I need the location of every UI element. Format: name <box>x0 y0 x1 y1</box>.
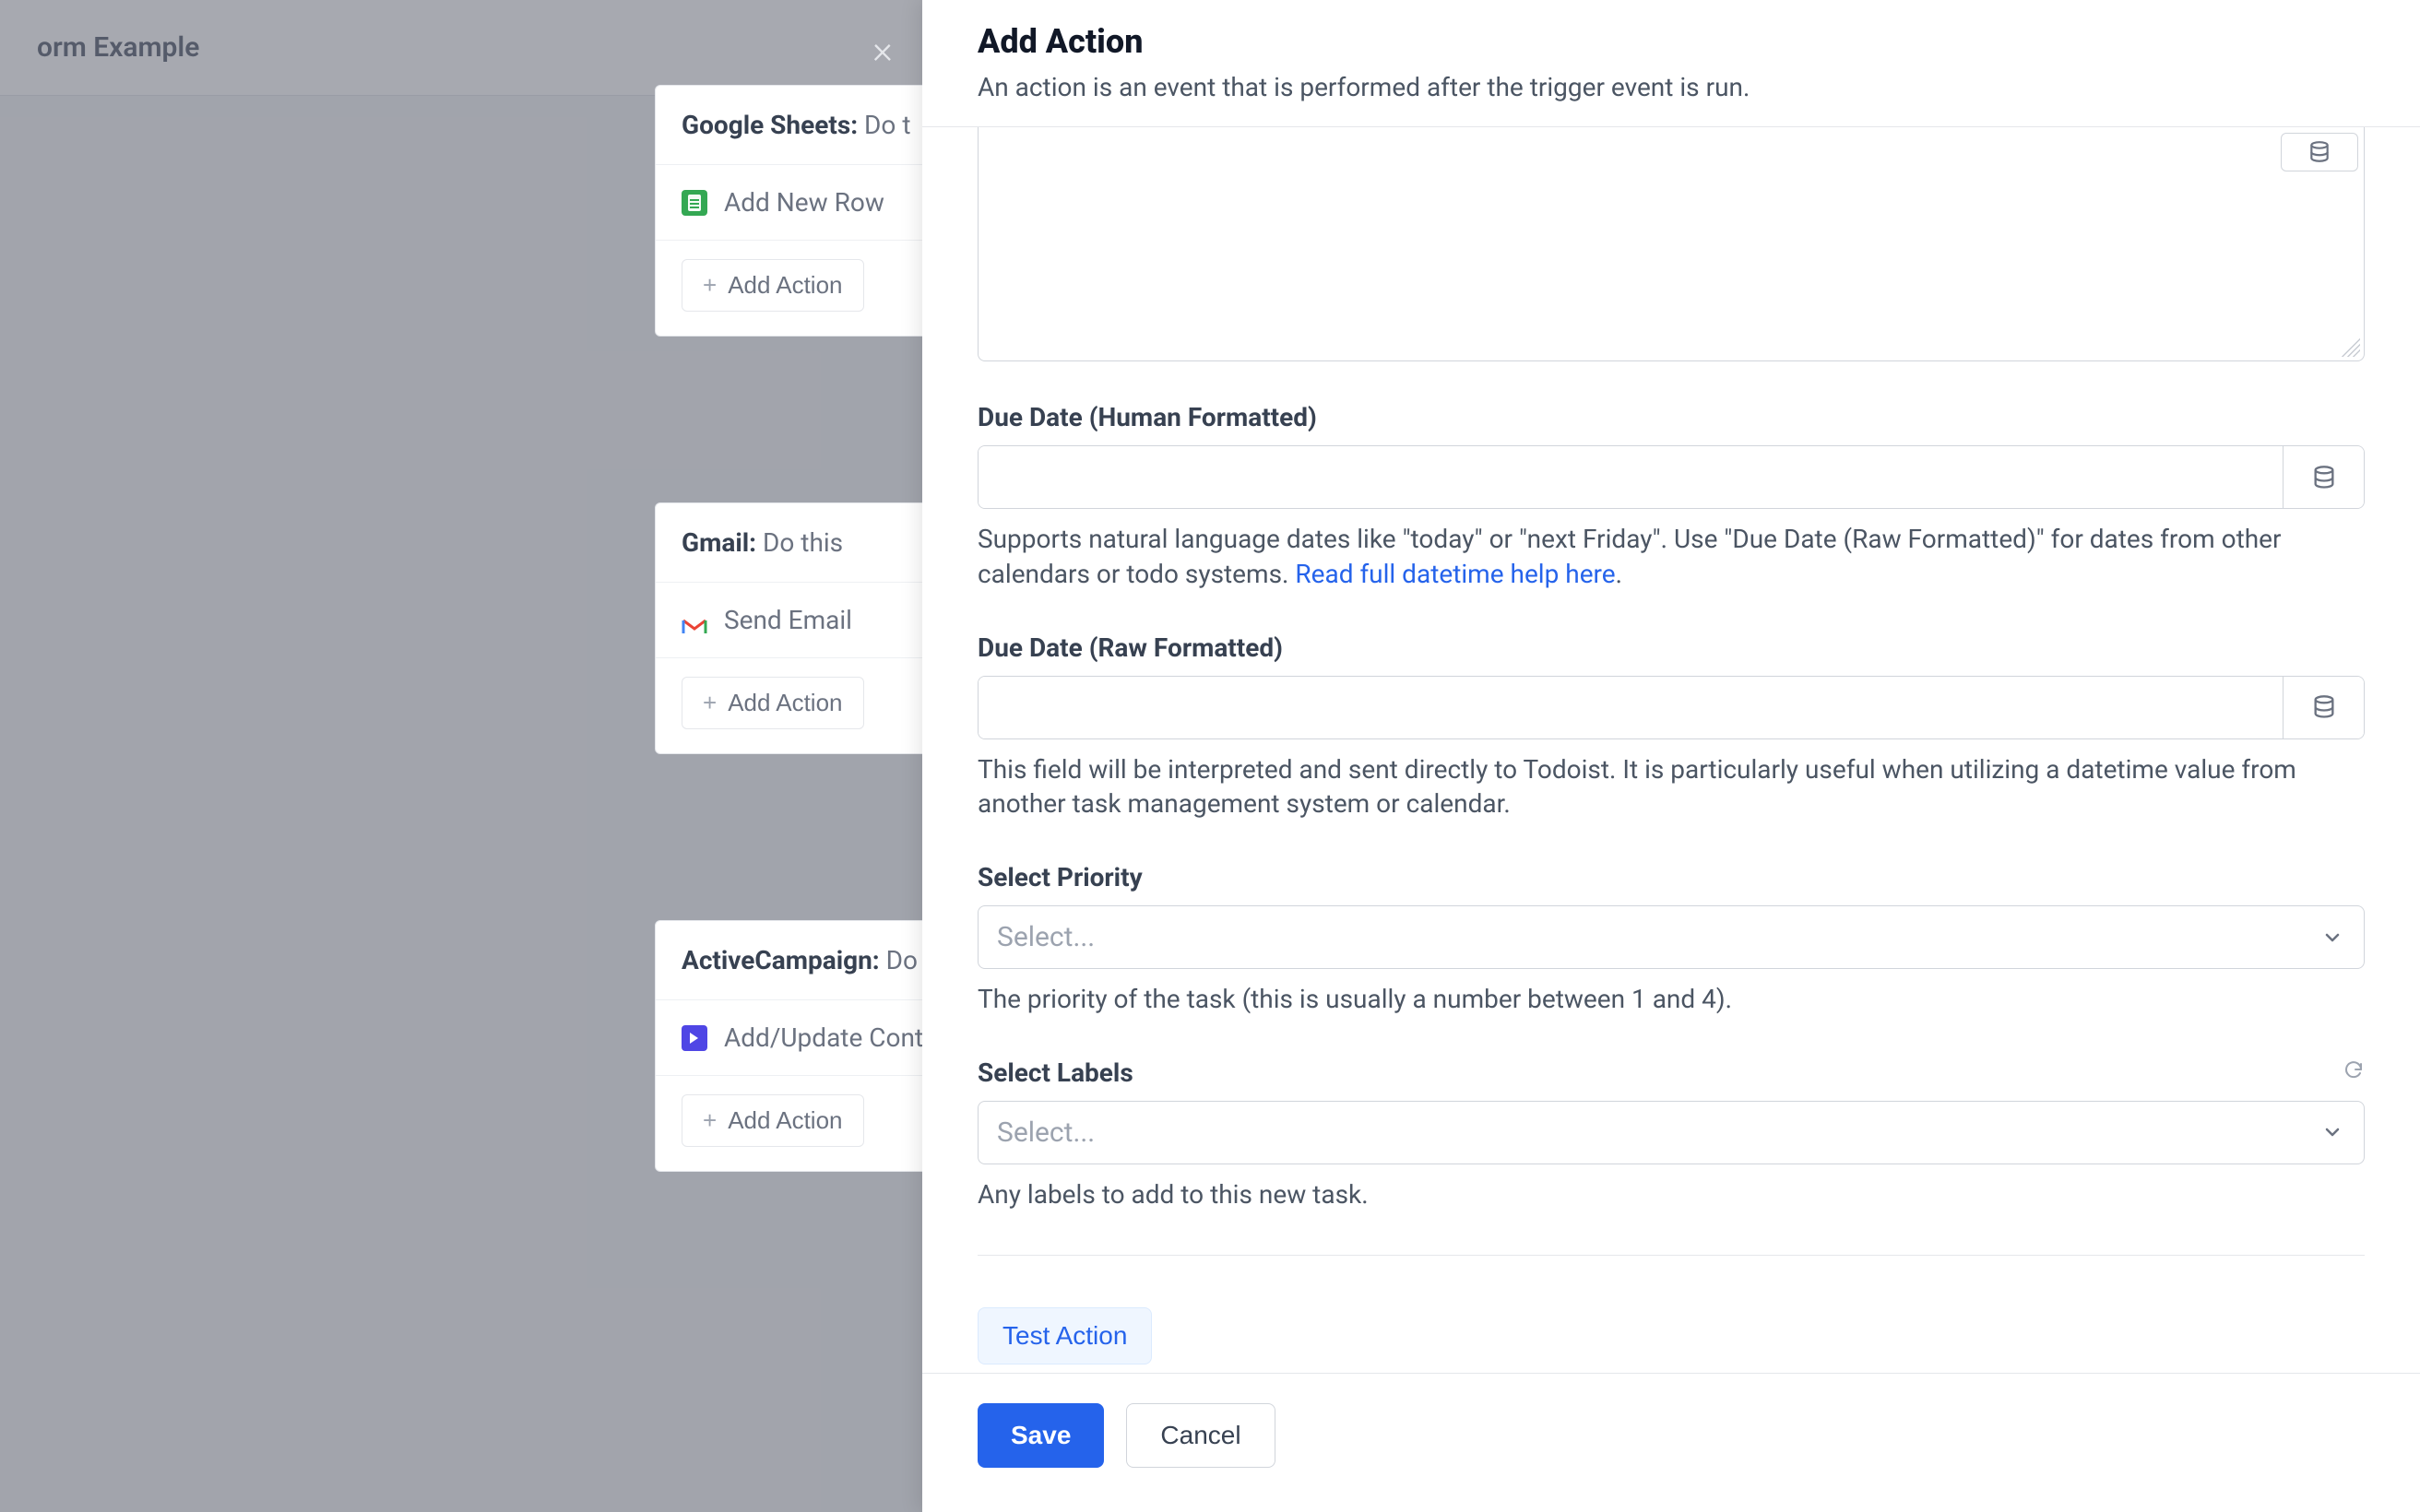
field-due-date-human: Due Date (Human Formatted) Supports natu… <box>978 402 2365 592</box>
card-subtitle: Do <box>886 945 918 975</box>
side-panel: Add Action An action is an event that is… <box>922 0 2420 1512</box>
add-action-label: Add Action <box>728 689 842 717</box>
insert-data-button[interactable] <box>2283 446 2364 508</box>
refresh-icon[interactable] <box>2343 1059 2365 1085</box>
due-human-input[interactable] <box>979 446 2283 508</box>
resize-handle[interactable] <box>2342 338 2360 357</box>
database-icon <box>2307 140 2331 164</box>
plus-icon: + <box>703 689 717 717</box>
card-app-name: Gmail: <box>682 527 756 558</box>
card-action-label: Send Email <box>724 605 852 635</box>
card-app-name: ActiveCampaign: <box>682 945 880 975</box>
field-help: This field will be interpreted and sent … <box>978 752 2365 822</box>
field-help: Any labels to add to this new task. <box>978 1177 2365 1212</box>
card-action-label: Add/Update Conta <box>724 1022 937 1053</box>
panel-title: Add Action <box>978 22 2365 61</box>
test-action-button[interactable]: Test Action <box>978 1307 1152 1364</box>
card-subtitle: Do t <box>864 110 910 140</box>
due-raw-input[interactable] <box>979 677 2283 738</box>
field-help: The priority of the task (this is usuall… <box>978 982 2365 1017</box>
panel-description: An action is an event that is performed … <box>978 72 2365 102</box>
chevron-down-icon <box>2301 906 2364 968</box>
database-icon <box>2311 694 2337 720</box>
panel-header: Add Action An action is an event that is… <box>922 0 2420 127</box>
field-priority: Select Priority Select... The priority o… <box>978 862 2365 1017</box>
card-subtitle: Do this <box>763 527 843 558</box>
card-action-label: Add New Row <box>724 187 884 218</box>
gmail-icon <box>682 611 707 630</box>
add-action-label: Add Action <box>728 1106 842 1135</box>
plus-icon: + <box>703 1106 717 1135</box>
add-action-button[interactable]: + Add Action <box>682 1094 864 1147</box>
insert-data-button[interactable] <box>2281 133 2358 171</box>
field-due-date-raw: Due Date (Raw Formatted) This field will… <box>978 632 2365 822</box>
test-section: Test Action <box>978 1255 2365 1364</box>
priority-select[interactable]: Select... <box>978 905 2365 969</box>
cancel-button[interactable]: Cancel <box>1126 1403 1275 1468</box>
insert-data-button[interactable] <box>2283 677 2364 738</box>
field-label: Select Labels <box>978 1057 1133 1088</box>
datetime-help-link[interactable]: Read full datetime help here <box>1295 559 1615 589</box>
add-action-button[interactable]: + Add Action <box>682 677 864 729</box>
sheets-icon <box>682 190 707 216</box>
add-action-button[interactable]: + Add Action <box>682 259 864 312</box>
close-icon[interactable]: × <box>872 28 893 73</box>
labels-select[interactable]: Select... <box>978 1101 2365 1164</box>
panel-body: Due Date (Human Formatted) Supports natu… <box>922 127 2420 1373</box>
plus-icon: + <box>703 271 717 300</box>
field-labels: Select Labels Select... Any labels to ad… <box>978 1057 2365 1212</box>
field-label: Due Date (Raw Formatted) <box>978 632 2365 663</box>
activecampaign-icon <box>682 1025 707 1051</box>
save-button[interactable]: Save <box>978 1403 1104 1468</box>
select-placeholder: Select... <box>979 1102 2301 1164</box>
database-icon <box>2311 465 2337 490</box>
card-app-name: Google Sheets: <box>682 110 858 140</box>
panel-footer: Save Cancel <box>922 1373 2420 1512</box>
field-help: Supports natural language dates like "to… <box>978 522 2365 592</box>
select-placeholder: Select... <box>979 906 2301 968</box>
note-textarea-shell <box>978 127 2365 361</box>
field-label: Select Priority <box>978 862 2365 892</box>
note-textarea[interactable] <box>979 127 2364 360</box>
chevron-down-icon <box>2301 1102 2364 1164</box>
field-label: Due Date (Human Formatted) <box>978 402 2365 432</box>
add-action-label: Add Action <box>728 271 842 300</box>
